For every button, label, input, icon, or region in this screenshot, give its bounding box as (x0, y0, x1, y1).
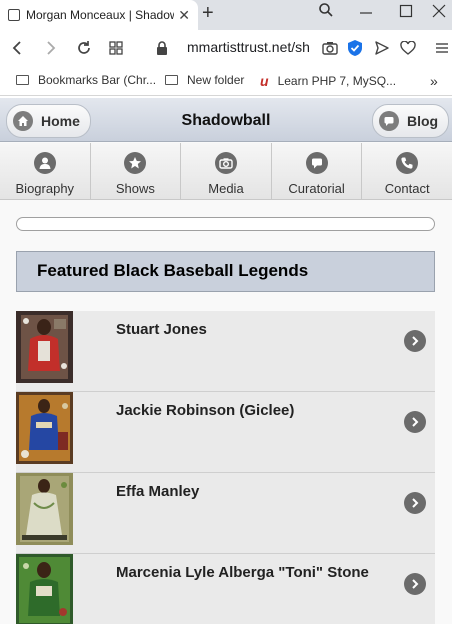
nav-contact[interactable]: Contact (362, 143, 452, 199)
artwork-thumbnail (16, 392, 73, 464)
close-window-icon[interactable] (426, 0, 452, 30)
artwork-thumbnail (16, 311, 73, 383)
artwork-thumbnail (16, 554, 73, 624)
maximize-icon[interactable] (386, 0, 426, 30)
nav-media[interactable]: Media (181, 143, 272, 199)
folder-icon (165, 75, 178, 85)
bookmarks-overflow-icon[interactable]: » (430, 73, 438, 89)
bookmark-item[interactable]: New folder (165, 73, 244, 87)
new-tab-button[interactable]: + (202, 2, 214, 25)
nav-shows[interactable]: Shows (91, 143, 182, 199)
list-item[interactable]: Effa Manley (16, 473, 435, 554)
nav-curatorial[interactable]: Curatorial (272, 143, 363, 199)
legends-list: Stuart Jones Jackie Robinson (Giclee) Ef… (16, 311, 435, 624)
blog-label: Blog (407, 113, 439, 129)
nav-label: Biography (15, 181, 75, 196)
item-title: Stuart Jones (116, 321, 207, 338)
forward-arrow-icon[interactable] (38, 36, 62, 60)
apps-grid-icon[interactable] (104, 36, 128, 60)
phone-icon (396, 152, 419, 174)
tab-title: Morgan Monceaux | Shadowball (26, 8, 174, 22)
bookmark-item[interactable]: u Learn PHP 7, MySQ... (260, 73, 396, 89)
item-title: Marcenia Lyle Alberga "Toni" Stone (116, 564, 369, 581)
page-header: Home Shadowball Blog (0, 98, 452, 142)
camera-icon (214, 152, 237, 174)
heart-icon[interactable] (398, 38, 418, 58)
camera-extension-icon[interactable] (320, 38, 340, 58)
list-item[interactable]: Marcenia Lyle Alberga "Toni" Stone (16, 554, 435, 624)
list-item[interactable]: Stuart Jones (16, 311, 435, 392)
nav-biography[interactable]: Biography (0, 143, 91, 199)
nav-label: Shows (115, 181, 155, 196)
item-title: Jackie Robinson (Giclee) (116, 402, 295, 419)
comment-icon (379, 111, 399, 131)
bookmarks-bar: Bookmarks Bar (Chr... New folder u Learn… (0, 67, 452, 96)
list-heading: Featured Black Baseball Legends (16, 251, 435, 292)
bookmark-label: Learn PHP 7, MySQ... (277, 74, 397, 88)
bookmark-label: New folder (187, 73, 245, 87)
lock-icon[interactable] (150, 36, 174, 60)
chevron-right-icon[interactable] (404, 492, 426, 514)
page-favicon-icon (8, 9, 20, 21)
menu-icon[interactable] (432, 38, 452, 58)
browser-tab[interactable]: Morgan Monceaux | Shadowball ✕ (0, 0, 198, 30)
list-item[interactable]: Jackie Robinson (Giclee) (16, 392, 435, 473)
artwork-thumbnail (16, 473, 73, 545)
tab-search-icon[interactable] (306, 0, 346, 30)
comment-icon (305, 152, 328, 174)
address-bar[interactable]: mmartisttrust.net/shadowball (187, 39, 309, 55)
udemy-logo-icon: u (260, 73, 269, 89)
main-navbar: Biography Shows Media Curatorial Contact (0, 143, 452, 200)
nav-label: Curatorial (288, 181, 345, 196)
chevron-right-icon[interactable] (404, 330, 426, 352)
star-icon (124, 152, 147, 174)
blog-button[interactable]: Blog (372, 104, 450, 138)
browser-tab-strip: Morgan Monceaux | Shadowball ✕ + (0, 0, 452, 30)
page-content: Home Shadowball Blog Biography Shows Med… (0, 98, 452, 624)
search-input[interactable] (16, 217, 435, 231)
nav-label: Contact (384, 181, 430, 196)
send-icon[interactable] (372, 38, 392, 58)
bookmark-label: Bookmarks Bar (Chr... (38, 73, 157, 87)
folder-icon (16, 75, 29, 85)
chevron-right-icon[interactable] (404, 573, 426, 595)
back-arrow-icon[interactable] (6, 36, 30, 60)
shield-check-extension-icon[interactable] (345, 38, 365, 58)
minimize-icon[interactable] (346, 0, 386, 30)
reload-icon[interactable] (72, 36, 96, 60)
item-title: Effa Manley (116, 483, 200, 500)
person-icon (33, 152, 56, 174)
browser-toolbar: mmartisttrust.net/shadowball (0, 30, 452, 67)
bookmark-item[interactable]: Bookmarks Bar (Chr... (16, 73, 156, 87)
nav-label: Media (208, 181, 244, 196)
chevron-right-icon[interactable] (404, 411, 426, 433)
tab-close-icon[interactable]: ✕ (178, 7, 190, 24)
